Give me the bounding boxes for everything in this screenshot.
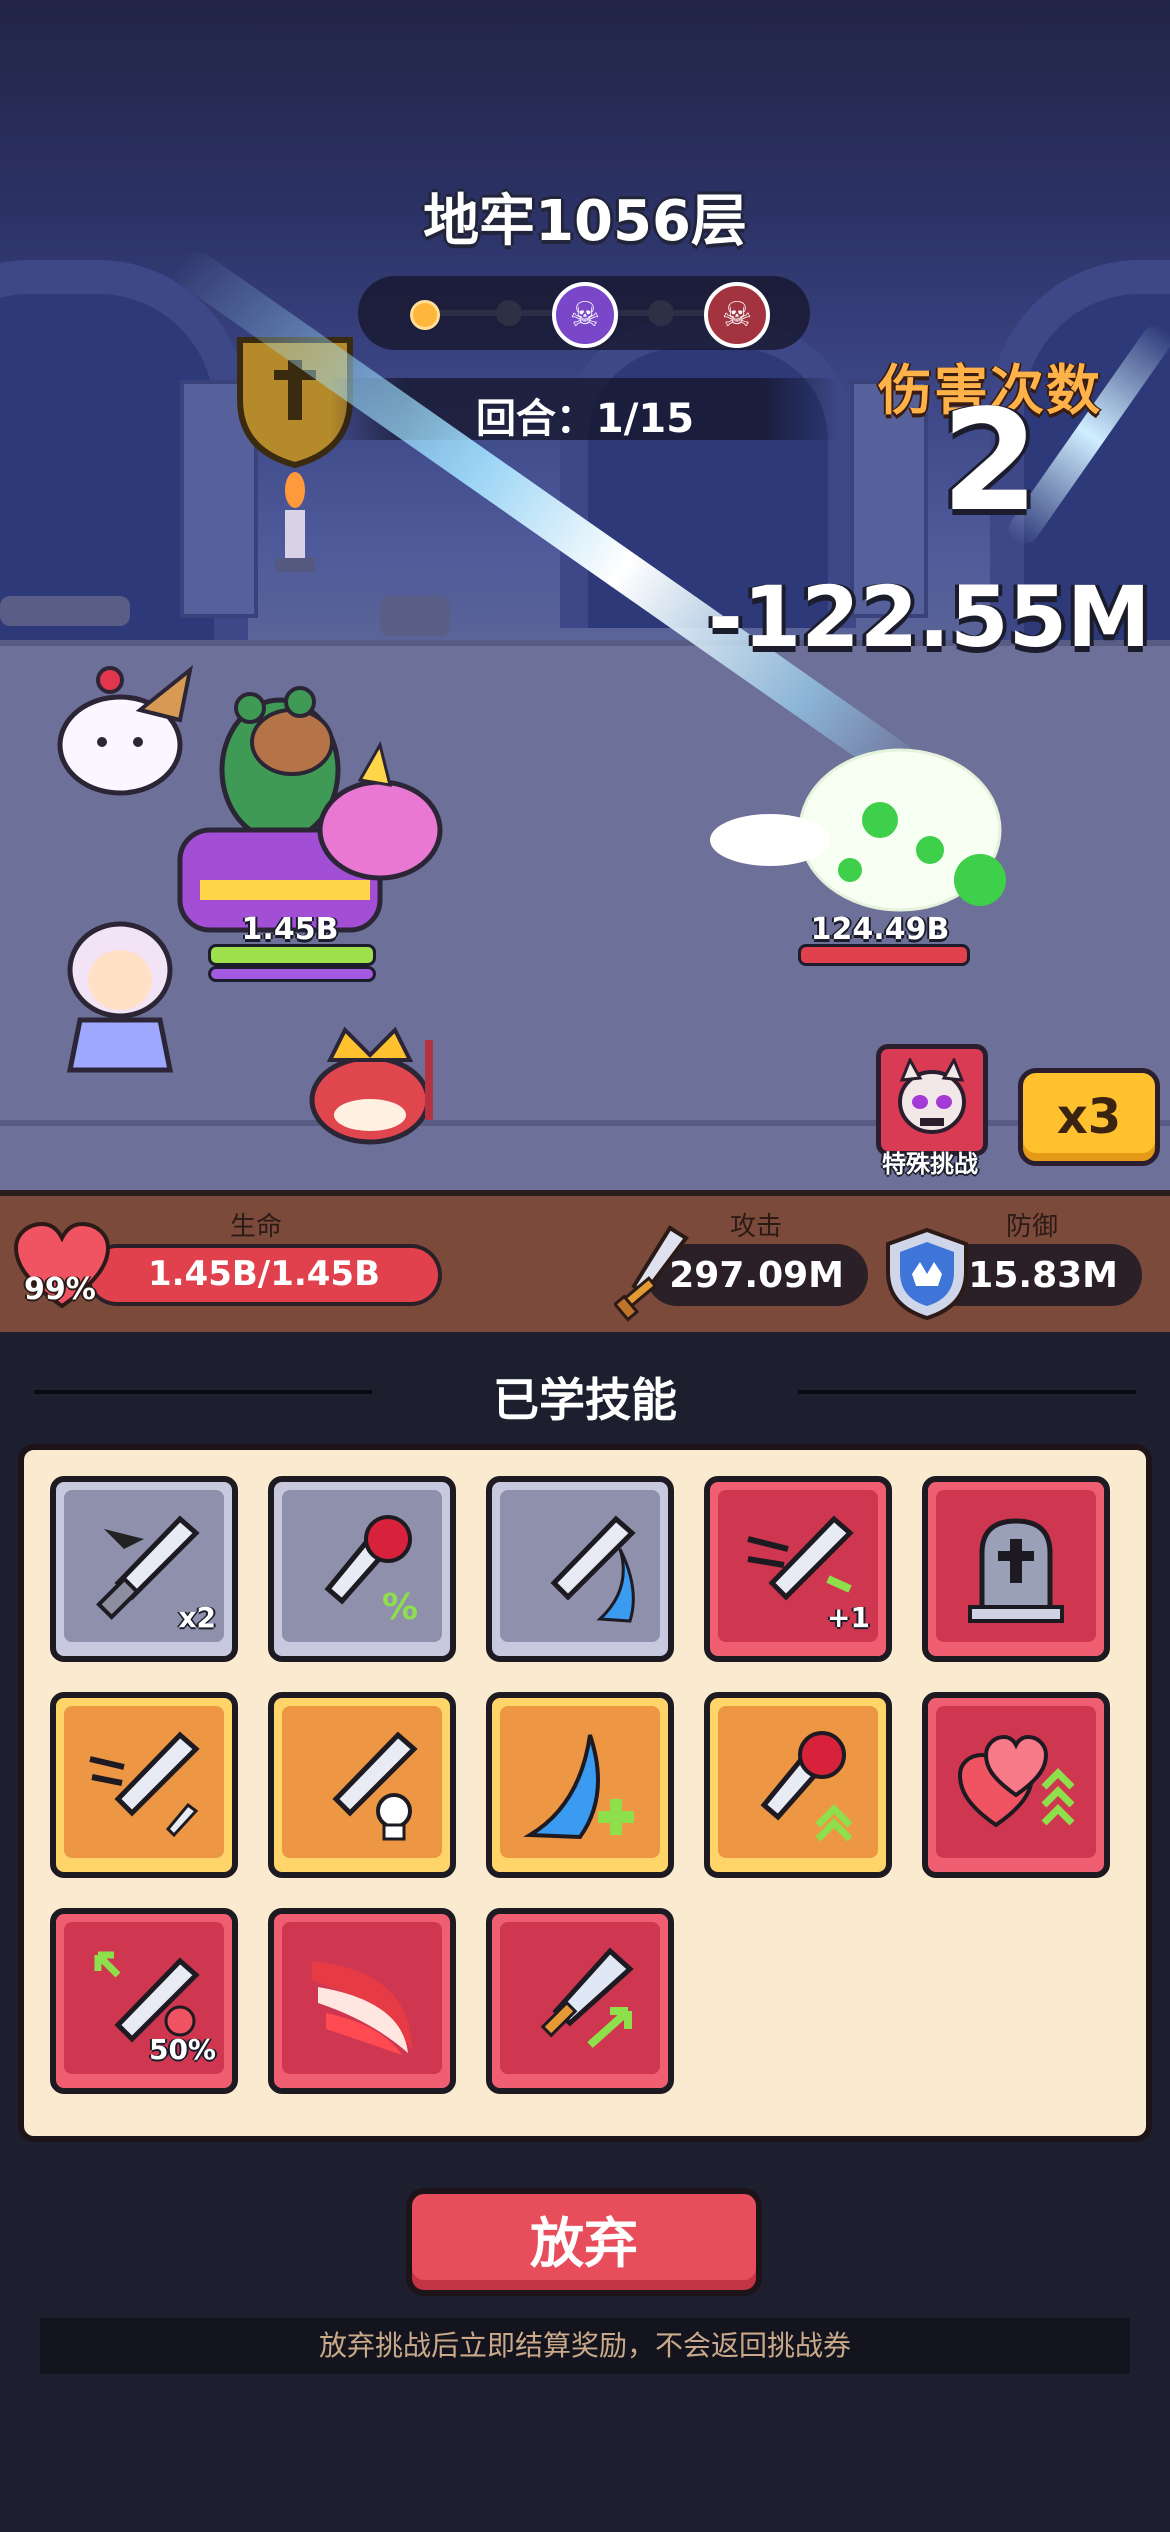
stage-progress: ☠ ☠ — [358, 276, 810, 350]
skill-slot[interactable] — [50, 1692, 238, 1878]
player-hp-label: 1.45B — [241, 912, 339, 947]
skill-slot[interactable] — [486, 1476, 674, 1662]
skill-slot[interactable] — [922, 1476, 1110, 1662]
skill-slot[interactable] — [704, 1692, 892, 1878]
tombstone-icon — [928, 1482, 1104, 1656]
give-up-notice: 放弃挑战后立即结算奖励，不会返回挑战券 — [40, 2318, 1130, 2374]
dungeon-title: 地牢1056层 — [423, 189, 747, 254]
hp-value: 1.45B/1.45B — [147, 1254, 381, 1294]
progress-dot — [496, 300, 522, 326]
skill-slot[interactable] — [922, 1692, 1110, 1878]
hp-stat-label: 生命 — [230, 1212, 283, 1242]
skill-badge: x2 — [178, 1601, 216, 1634]
sword-crit-percent-icon: % — [274, 1482, 450, 1656]
sword-dash-dagger-icon — [56, 1698, 232, 1872]
sword-attack-up-icon — [492, 1914, 668, 2088]
special-challenge-label: 特殊挑战 — [882, 1150, 978, 1178]
learned-skills-title: 已学技能 — [493, 1373, 677, 1427]
hearts-up-icon — [928, 1698, 1104, 1872]
skill-slot[interactable] — [486, 1692, 674, 1878]
skills-panel: x2% +1 50% — [18, 1444, 1152, 2142]
elite-skull-icon: ☠ — [552, 282, 618, 348]
skill-slot[interactable] — [268, 1692, 456, 1878]
attack-stat-label: 攻击 — [730, 1212, 783, 1242]
king-pet-sprite — [309, 1026, 433, 1145]
speed-toggle-button[interactable]: x3 — [1018, 1068, 1160, 1166]
skill-slot[interactable]: 50% — [50, 1908, 238, 2094]
sword-wave-icon — [492, 1482, 668, 1656]
player-hp-bar — [208, 944, 376, 966]
sword-skull-icon — [274, 1698, 450, 1872]
stats-bar: 生命 1.45B/1.45B 99% 攻击 297.09M 防御 15.83M — [0, 1190, 1170, 1338]
progress-dot — [648, 300, 674, 326]
damage-number: -122.55M — [708, 568, 1151, 666]
enemy-hp-bar — [798, 944, 970, 966]
shield-icon — [886, 1227, 968, 1321]
battle-scene: 地牢1056层 ☠ ☠ 回合：1/15 伤害次数 2 -122.55M 1.45… — [0, 0, 1170, 1190]
give-up-button[interactable]: 放弃 — [406, 2188, 762, 2296]
skill-slot[interactable] — [268, 1908, 456, 2094]
enemy-ghost-sprite — [710, 748, 1006, 912]
skill-slot[interactable] — [486, 1908, 674, 2094]
rock — [0, 596, 130, 626]
enemy-hp-label: 124.49B — [810, 912, 950, 947]
demon-skull-icon — [898, 1058, 966, 1134]
skill-slot[interactable]: % — [268, 1476, 456, 1662]
rock — [380, 596, 450, 636]
red-claw-icon — [274, 1914, 450, 2088]
wave-heal-icon — [492, 1698, 668, 1872]
hp-percent: 99% — [24, 1272, 96, 1307]
defense-stat-label: 防御 — [1006, 1212, 1059, 1242]
skill-slot[interactable]: +1 — [704, 1476, 892, 1662]
skill-badge: +1 — [827, 1601, 870, 1634]
damage-count: 2 — [941, 380, 1039, 543]
skill-slot[interactable]: x2 — [50, 1476, 238, 1662]
special-challenge-button[interactable] — [876, 1044, 988, 1156]
svg-text:%: % — [382, 1587, 418, 1628]
candle-icon — [275, 472, 315, 572]
progress-current-dot — [410, 300, 440, 330]
hp-bar: 1.45B/1.45B — [86, 1244, 442, 1306]
sword-icon — [614, 1225, 689, 1322]
player-shield-bar — [208, 966, 376, 982]
sword-crit-up-icon — [710, 1698, 886, 1872]
boss-skull-icon: ☠ — [704, 282, 770, 348]
skill-badge: 50% — [148, 2033, 216, 2066]
